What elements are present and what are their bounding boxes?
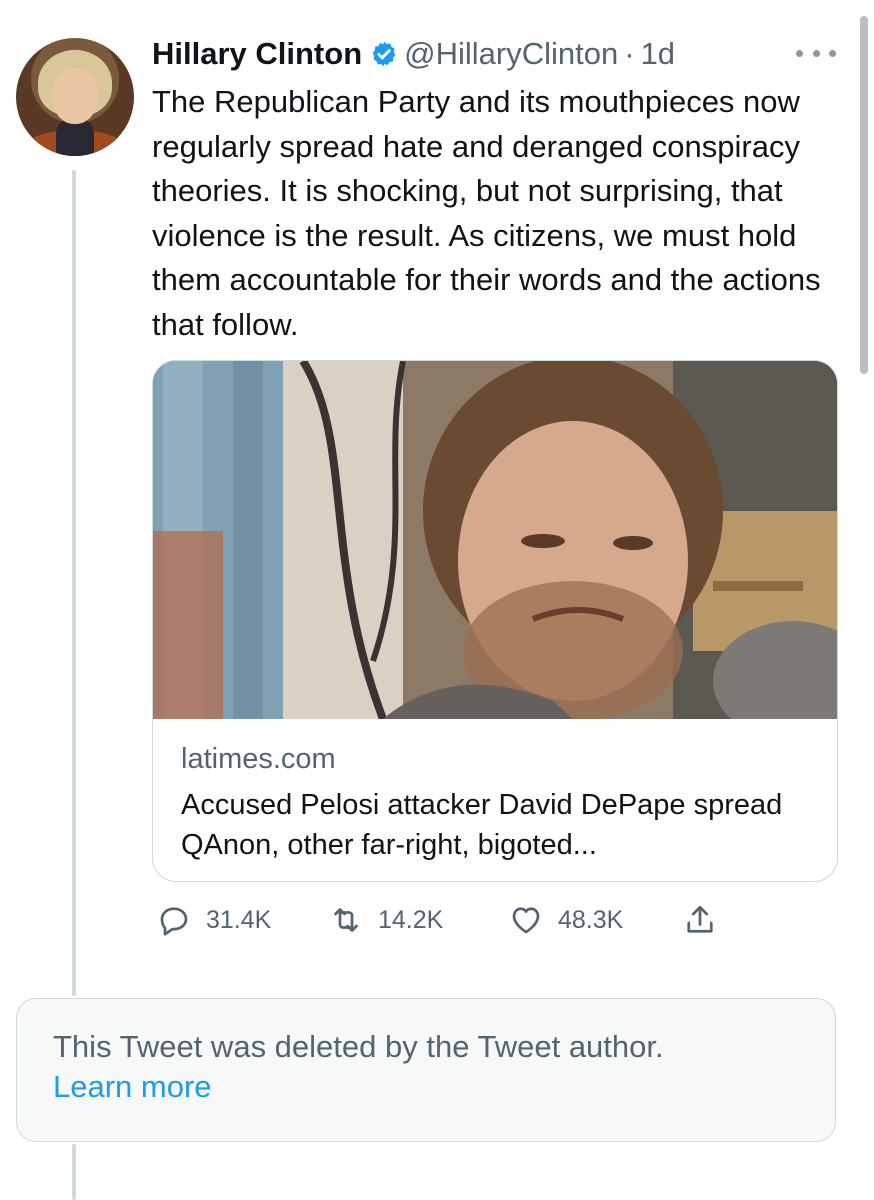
more-icon[interactable] (796, 38, 836, 68)
author-name[interactable]: Hillary Clinton (152, 36, 362, 72)
card-domain: latimes.com (181, 743, 336, 775)
card-title: Accused Pelosi attacker David DePape spr… (181, 789, 783, 861)
learn-more-link[interactable]: Learn more (53, 1069, 212, 1105)
card-image (153, 361, 837, 719)
share-icon (687, 905, 713, 933)
link-card[interactable]: latimes.com Accused Pelosi attacker Davi… (152, 360, 838, 882)
author-handle[interactable]: @HillaryClinton (404, 36, 618, 72)
reply-button[interactable]: 31.4K (156, 900, 271, 940)
like-icon (512, 907, 540, 934)
avatar[interactable] (16, 38, 134, 156)
thread-line-top (72, 170, 76, 996)
like-count: 48.3K (558, 905, 624, 934)
share-button[interactable] (682, 900, 718, 940)
verified-badge-icon (372, 41, 396, 67)
reply-icon (160, 907, 188, 936)
retweet-count: 14.2K (378, 905, 444, 934)
scrollbar[interactable] (860, 16, 868, 374)
tweet-text: The Republican Party and its mouthpieces… (152, 84, 821, 342)
tweet-timestamp[interactable]: 1d (641, 36, 675, 72)
deleted-notice-text: This Tweet was deleted by the Tweet auth… (53, 1029, 664, 1064)
tweet-header: Hillary Clinton @HillaryClinton · 1d (152, 32, 675, 76)
retweet-button[interactable]: 14.2K (328, 900, 443, 940)
retweet-icon (334, 908, 358, 932)
reply-count: 31.4K (206, 905, 272, 934)
thread-line-bottom (72, 1144, 76, 1200)
header-separator: · (624, 36, 635, 71)
deleted-tweet-notice: This Tweet was deleted by the Tweet auth… (16, 998, 836, 1142)
like-button[interactable]: 48.3K (508, 900, 623, 940)
